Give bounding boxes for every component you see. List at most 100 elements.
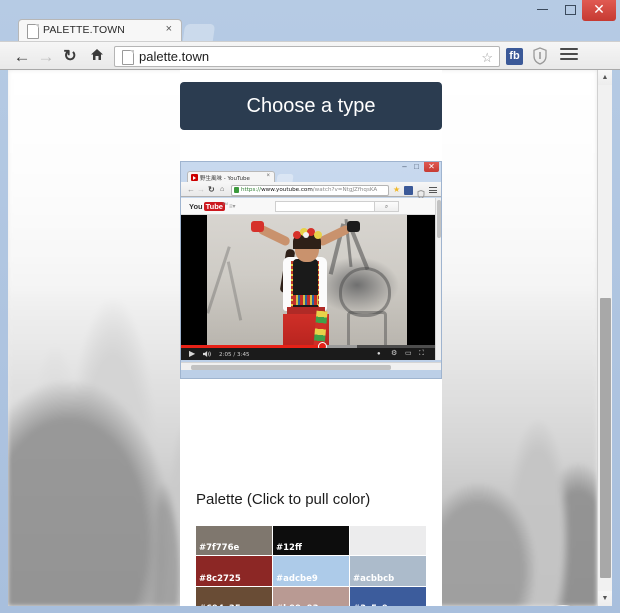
youtube-header: You Tube TM ≡▾ ⌕ <box>181 198 435 215</box>
palette-swatch-label: #694c35 <box>199 604 241 606</box>
url-host: www.youtube.com <box>261 186 313 193</box>
shield-glyph <box>533 47 547 65</box>
choose-type-button[interactable]: Choose a type <box>180 82 442 130</box>
palette-heading: Palette (Click to pull color) <box>196 491 371 508</box>
headband-flower-4 <box>314 231 322 239</box>
tab-close-icon[interactable]: × <box>166 23 172 35</box>
maximize-button[interactable] <box>556 0 584 20</box>
url-scheme: https:// <box>241 186 262 193</box>
home-icon[interactable] <box>88 46 106 67</box>
screenshot-tab-close-icon: × <box>266 173 270 179</box>
palette-swatch[interactable] <box>350 526 426 556</box>
palette-swatch-label: #b99a93 <box>276 604 319 606</box>
tab-palette-town[interactable]: PALETTE.TOWN × <box>18 19 182 41</box>
youtube-video-player: ▶ 2:05 / 3:45 ● ⚙ ▭ ⛶ <box>181 215 435 360</box>
palette-swatch-label: #adcbe9 <box>276 573 318 584</box>
lock-icon <box>234 187 239 193</box>
mural-face-outline <box>339 267 391 317</box>
mural-line-5 <box>226 261 243 321</box>
menu-bar-3 <box>560 58 578 60</box>
screenshot-facebook-icon <box>404 186 413 195</box>
home-glyph <box>91 49 103 60</box>
screenshot-back-icon: ← <box>187 185 195 194</box>
close-button[interactable]: ✕ <box>582 0 616 21</box>
palette-swatch[interactable]: #b99a93 <box>273 586 349 606</box>
palette-swatch[interactable]: #694c35 <box>196 586 272 606</box>
reload-icon[interactable]: ↻ <box>60 46 80 67</box>
page-favicon-icon <box>27 24 39 39</box>
youtube-search-input <box>275 201 375 212</box>
browser-menu-icon[interactable] <box>560 48 578 64</box>
screenshot-reload-icon: ↻ <box>208 185 215 194</box>
scroll-up-arrow-icon[interactable]: ▲ <box>598 70 612 85</box>
shield-extension-icon[interactable] <box>532 47 548 65</box>
forward-icon[interactable]: → <box>36 46 56 67</box>
facebook-extension-icon[interactable]: fb <box>506 48 523 65</box>
play-button-icon: ▶ <box>189 349 196 358</box>
mural-body-outline <box>347 311 387 347</box>
screenshot-maximize-icon: □ <box>414 162 419 171</box>
address-bar[interactable]: palette.town ☆ <box>114 46 500 67</box>
screenshot-tab-title: 野生風味 - YouTube <box>200 175 250 182</box>
screenshot-address-bar: https://www.youtube.com/watch?v=NtgJZfhq… <box>231 184 389 196</box>
youtube-logo: You Tube <box>189 202 225 211</box>
screenshot-minimize-icon: – <box>402 162 407 171</box>
page-scroll-thumb[interactable] <box>600 298 611 578</box>
screenshot-preview[interactable]: – □ ✕ 野生風味 - YouTube × ← → ↻ ⌂ https://w… <box>180 161 442 379</box>
tab-strip: PALETTE.TOWN × <box>0 19 620 41</box>
fullscreen-icon: ⛶ <box>419 350 424 357</box>
dancer-beaded-detail <box>293 295 318 305</box>
youtube-country-selector-icon: ≡▾ <box>229 204 236 210</box>
youtube-search-button-icon: ⌕ <box>375 201 399 212</box>
screenshot-toolbar: ← → ↻ ⌂ https://www.youtube.com/watch?v=… <box>181 182 441 199</box>
maximize-icon <box>564 4 576 15</box>
palette-swatch[interactable]: #8c2725 <box>196 556 272 586</box>
screenshot-bookmark-star-icon: ★ <box>393 185 401 194</box>
palette-swatch[interactable]: #7f776e <box>196 526 272 556</box>
dancer-left-hand-prop <box>251 221 264 232</box>
page-vertical-scrollbar[interactable]: ▲ ▼ <box>597 70 612 606</box>
video-time-display: 2:05 / 3:45 <box>219 351 250 358</box>
back-icon[interactable]: ← <box>12 46 32 67</box>
screenshot-shield-icon <box>417 186 425 199</box>
dancer-right-hand-prop <box>347 221 360 232</box>
video-frame-image <box>207 215 407 347</box>
palette-swatch[interactable]: #adcbe9 <box>273 556 349 586</box>
minimize-button[interactable] <box>528 0 556 20</box>
palette-swatch-label: #12ff <box>276 543 302 554</box>
page-info-icon <box>122 50 134 65</box>
palette-swatch[interactable]: #acbbcb <box>350 556 426 586</box>
url-path: /watch?v=NtgJZfhqsKA <box>312 186 378 193</box>
screenshot-menu-bar-3 <box>429 192 437 193</box>
browser-viewport: Choose a type – □ ✕ 野生風味 - YouTube × ← → <box>8 70 612 606</box>
web-page: Choose a type – □ ✕ 野生風味 - YouTube × ← → <box>8 70 597 606</box>
settings-gear-icon: ⚙ <box>391 350 398 357</box>
palette-swatch[interactable]: #3c5c9c <box>350 586 426 606</box>
screenshot-forward-icon: → <box>197 185 205 194</box>
video-controls-bar: ▶ 2:05 / 3:45 ● ⚙ ▭ ⛶ <box>181 348 435 360</box>
screenshot-menu-bar-1 <box>429 187 437 188</box>
minimize-icon <box>536 9 548 11</box>
headband-flower-5 <box>303 232 309 238</box>
window-resize-grip[interactable] <box>606 599 618 611</box>
screenshot-menu-bar-2 <box>429 189 437 191</box>
palette-swatch-label: #7f776e <box>199 543 240 554</box>
browser-toolbar: ← → ↻ palette.town ☆ fb <box>0 41 620 70</box>
screenshot-vertical-scrollbar <box>435 198 441 360</box>
palette-swatch-label: #acbbcb <box>353 573 395 584</box>
address-bar-url: palette.town <box>139 49 210 64</box>
captions-icon: ● <box>377 351 381 357</box>
screenshot-horizontal-scrollbar <box>181 362 441 370</box>
mural-line-4 <box>207 246 231 314</box>
youtube-favicon-icon <box>191 174 198 181</box>
new-tab-button[interactable] <box>182 24 216 41</box>
screenshot-menu-icon <box>429 187 437 195</box>
palette-swatch-label: #3c5c9c <box>353 604 393 606</box>
screenshot-url: https://www.youtube.com/watch?v=NtgJZfhq… <box>241 187 377 193</box>
palette-swatch[interactable]: #12ff <box>273 526 349 556</box>
menu-bar-2 <box>560 53 578 55</box>
screenshot-home-icon: ⌂ <box>220 186 225 193</box>
menu-bar-1 <box>560 48 578 50</box>
palette-swatch-label: #8c2725 <box>199 573 241 584</box>
bookmark-star-icon[interactable]: ☆ <box>481 50 493 66</box>
